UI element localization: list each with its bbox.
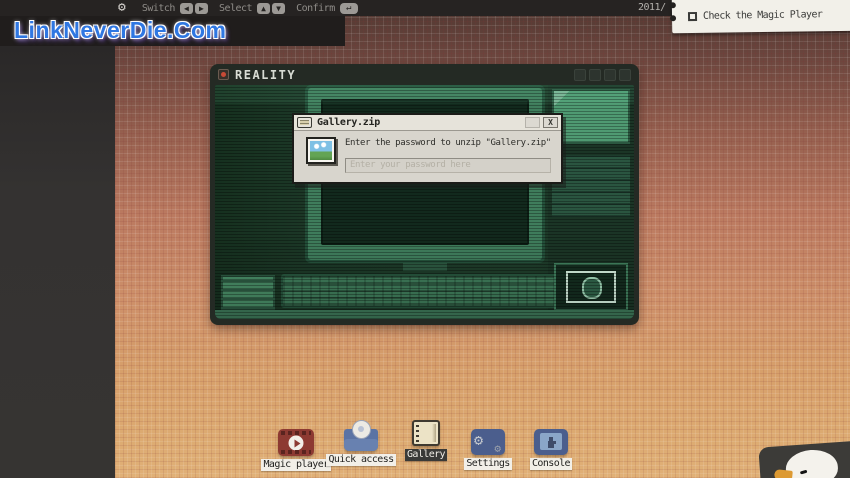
icon-label: Quick access <box>326 454 395 466</box>
magic-player-icon <box>278 429 314 456</box>
scene-floppy-stack <box>221 275 275 311</box>
duck-eye <box>800 470 808 475</box>
game-date: 2011/ <box>638 2 666 13</box>
zip-file-icon <box>297 117 312 128</box>
scene-desk-edge <box>215 310 634 319</box>
watermark-text: LinkNeverDie.Com <box>14 17 227 44</box>
reality-titlebar[interactable]: REALITY <box>210 64 639 85</box>
switch-hint-label: Switch <box>142 3 175 14</box>
desktop-icon-magic-player[interactable]: Magic player <box>263 429 329 471</box>
scene-keyboard <box>281 274 569 308</box>
scene-monitor-stand <box>403 263 447 271</box>
confirm-hint-label: Confirm <box>296 3 335 14</box>
console-sprite <box>548 441 554 448</box>
icon-label: Console <box>530 458 572 470</box>
desktop-icon-gallery[interactable]: Gallery <box>393 420 459 461</box>
dialog-titlebar[interactable]: Gallery.zip X <box>294 115 561 131</box>
dialog-message: Enter the password to unzip "Gallery.zip… <box>345 138 553 148</box>
reality-window-title: REALITY <box>235 68 296 82</box>
scene-mousepad <box>554 263 628 311</box>
dialog-title: Gallery.zip <box>317 117 380 128</box>
desktop-icon-settings[interactable]: ⚙ ⚙ Settings <box>455 429 521 470</box>
select-down-key: ▼ <box>272 3 285 14</box>
gear-icon[interactable]: ⚙ <box>118 0 126 16</box>
desktop-icon-quick-access[interactable]: Quick access <box>328 422 394 466</box>
settings-gears-icon: ⚙ ⚙ <box>471 429 505 455</box>
dialog-minimize-button[interactable] <box>525 117 540 128</box>
switch-left-key: ◀ <box>180 3 193 14</box>
gallery-zip-dialog: Gallery.zip X Enter the password to unzi… <box>292 113 563 184</box>
folder-flap <box>344 439 378 451</box>
scene-mouse <box>582 277 602 299</box>
icon-label-selected: Gallery <box>405 449 447 461</box>
icon-label: Settings <box>464 458 511 470</box>
gear-glyph: ⚙ <box>474 431 483 449</box>
select-hint-label: Select <box>219 3 252 14</box>
task-label: Check the Magic Player <box>703 9 822 22</box>
duck-beak <box>774 469 793 478</box>
image-thumbnail-icon <box>306 137 336 164</box>
icon-label: Magic player <box>261 459 330 471</box>
task-checkbox[interactable] <box>688 12 697 21</box>
task-note: Check the Magic Player <box>672 0 850 33</box>
record-dot-icon <box>218 69 229 80</box>
scene-drawers <box>552 155 630 217</box>
reality-window: REALITY <box>210 64 639 325</box>
screen: ⚙ Switch ◀ ▶ Select ▲ ▼ Confirm ↵ 2011/ … <box>0 0 850 478</box>
gear-glyph-small: ⚙ <box>494 442 501 455</box>
quick-access-icon <box>344 429 378 451</box>
console-icon <box>534 429 568 455</box>
dialog-close-button[interactable]: X <box>543 117 558 128</box>
enter-key-icon: ↵ <box>340 3 358 14</box>
window-control-buttons[interactable] <box>574 69 631 81</box>
duck-head <box>785 448 839 478</box>
select-up-key: ▲ <box>257 3 270 14</box>
password-input[interactable] <box>345 158 551 173</box>
left-letterbox <box>0 0 115 478</box>
play-icon <box>289 435 304 450</box>
gallery-album-icon <box>412 420 440 446</box>
duck-easter-egg <box>758 440 850 478</box>
desktop-icon-console[interactable]: Console <box>518 429 584 470</box>
scene-shelf-panel <box>552 89 630 144</box>
switch-right-key: ▶ <box>195 3 208 14</box>
